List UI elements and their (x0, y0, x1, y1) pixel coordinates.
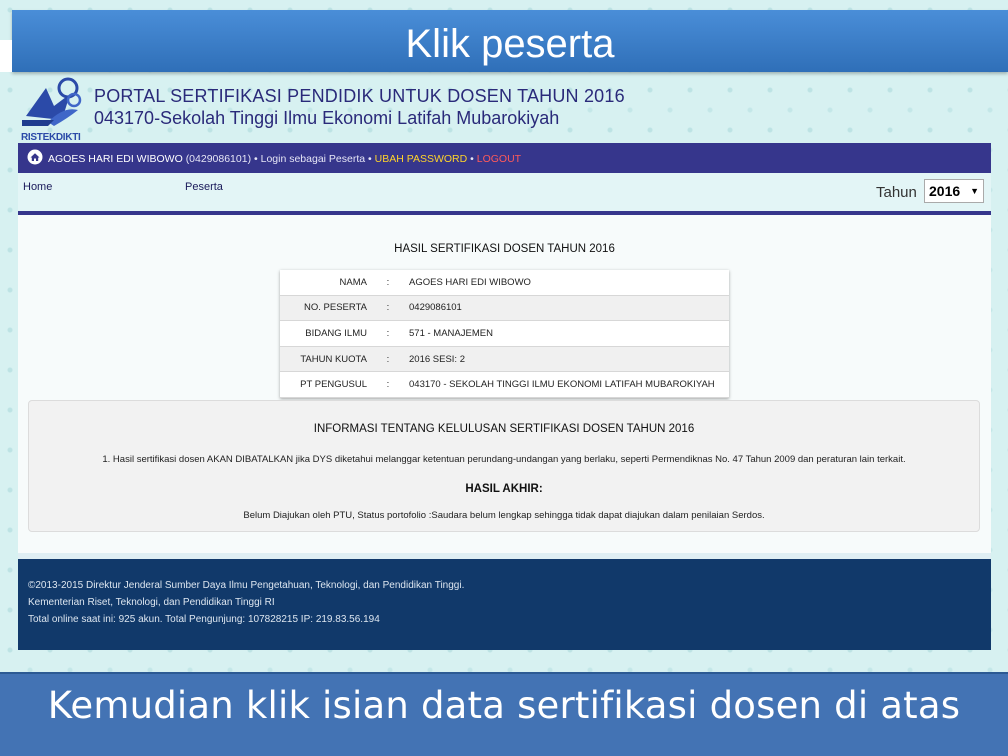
table-row: PT PENGUSUL : 043170 - SEKOLAH TINGGI IL… (280, 371, 729, 398)
institution-name: 043170-Sekolah Tinggi Ilmu Ekonomi Latif… (94, 108, 560, 128)
slide-caption-bar: Kemudian klik isian data sertifikasi dos… (0, 672, 1008, 756)
slide-title: Klik peserta (405, 22, 615, 66)
final-result-status: Belum Diajukan oleh PTU, Status portofol… (243, 510, 765, 521)
main-content: HASIL SERTIFIKASI DOSEN TAHUN 2016 NAMA … (18, 215, 991, 553)
separator: • (470, 153, 474, 165)
year-select[interactable]: 2016 ▼ (924, 179, 984, 203)
row-value: AGOES HARI EDI WIBOWO (403, 270, 729, 296)
info-note: 1. Hasil sertifikasi dosen AKAN DIBATALK… (102, 454, 906, 465)
ristekdikti-logo: RISTEKDIKTI (18, 76, 88, 143)
row-separator: : (373, 295, 403, 322)
year-value: 2016 (929, 183, 961, 199)
row-value: 571 - MANAJEMEN (403, 320, 729, 347)
footer-ministry: Kementerian Riset, Teknologi, dan Pendid… (28, 597, 275, 608)
slide-title-edge (0, 40, 12, 72)
row-label: NO. PESERTA (280, 295, 373, 322)
participant-info-table: NAMA : AGOES HARI EDI WIBOWO NO. PESERTA… (280, 270, 729, 398)
row-label: PT PENGUSUL (280, 371, 373, 398)
info-title: INFORMASI TENTANG KELULUSAN SERTIFIKASI … (313, 423, 695, 435)
page-footer: ©2013-2015 Direktur Jenderal Sumber Daya… (18, 553, 991, 650)
row-label: NAMA (280, 270, 373, 296)
user-id: (0429086101) (185, 153, 252, 165)
menu-home-link[interactable]: Home (23, 181, 52, 193)
table-row: NO. PESERTA : 0429086101 (280, 295, 729, 322)
separator: • (368, 153, 372, 165)
row-value: 0429086101 (403, 295, 729, 322)
menu-bar: Home Peserta Tahun 2016 ▼ (18, 173, 991, 211)
row-separator: : (373, 346, 403, 373)
portal-title: PORTAL SERTIFIKASI PENDIDIK UNTUK DOSEN … (94, 86, 625, 106)
change-password-link[interactable]: UBAH PASSWORD (375, 153, 468, 165)
result-title: HASIL SERTIFIKASI DOSEN TAHUN 2016 (394, 243, 615, 255)
graduation-info-box: INFORMASI TENTANG KELULUSAN SERTIFIKASI … (28, 400, 980, 532)
year-label: Tahun (876, 184, 917, 201)
portal-header: RISTEKDIKTI PORTAL SERTIFIKASI PENDIDIK … (16, 76, 1008, 143)
row-value: 043170 - SEKOLAH TINGGI ILMU EKONOMI LAT… (403, 371, 729, 398)
table-row: TAHUN KUOTA : 2016 SESI: 2 (280, 346, 729, 373)
footer-copyright: ©2013-2015 Direktur Jenderal Sumber Daya… (28, 580, 465, 591)
home-icon[interactable] (27, 149, 43, 165)
logo-text: RISTEKDIKTI (21, 132, 81, 143)
separator: • (254, 153, 258, 165)
table-row: BIDANG ILMU : 571 - MANAJEMEN (280, 320, 729, 347)
row-separator: : (373, 270, 403, 296)
footer-stats: Total online saat ini: 925 akun. Total P… (28, 614, 380, 625)
row-separator: : (373, 371, 403, 398)
row-label: BIDANG ILMU (280, 320, 373, 347)
navbar-text: AGOES HARI EDI WIBOWO (0429086101) • Log… (48, 153, 521, 165)
row-separator: : (373, 320, 403, 347)
logout-link[interactable]: LOGOUT (477, 153, 521, 165)
final-result-title: HASIL AKHIR: (465, 483, 543, 495)
menu-peserta-link[interactable]: Peserta (185, 181, 223, 193)
slide-caption: Kemudian klik isian data sertifikasi dos… (47, 684, 961, 727)
footer-divider (18, 553, 991, 559)
table-row: NAMA : AGOES HARI EDI WIBOWO (280, 270, 729, 296)
user-navbar: AGOES HARI EDI WIBOWO (0429086101) • Log… (18, 143, 991, 173)
dropdown-arrow-icon: ▼ (970, 186, 979, 196)
user-name: AGOES HARI EDI WIBOWO (48, 153, 183, 165)
login-role: Login sebagai Peserta (260, 153, 366, 165)
row-label: TAHUN KUOTA (280, 346, 373, 373)
row-value: 2016 SESI: 2 (403, 346, 729, 373)
slide-title-bar: Klik peserta (12, 10, 1008, 72)
